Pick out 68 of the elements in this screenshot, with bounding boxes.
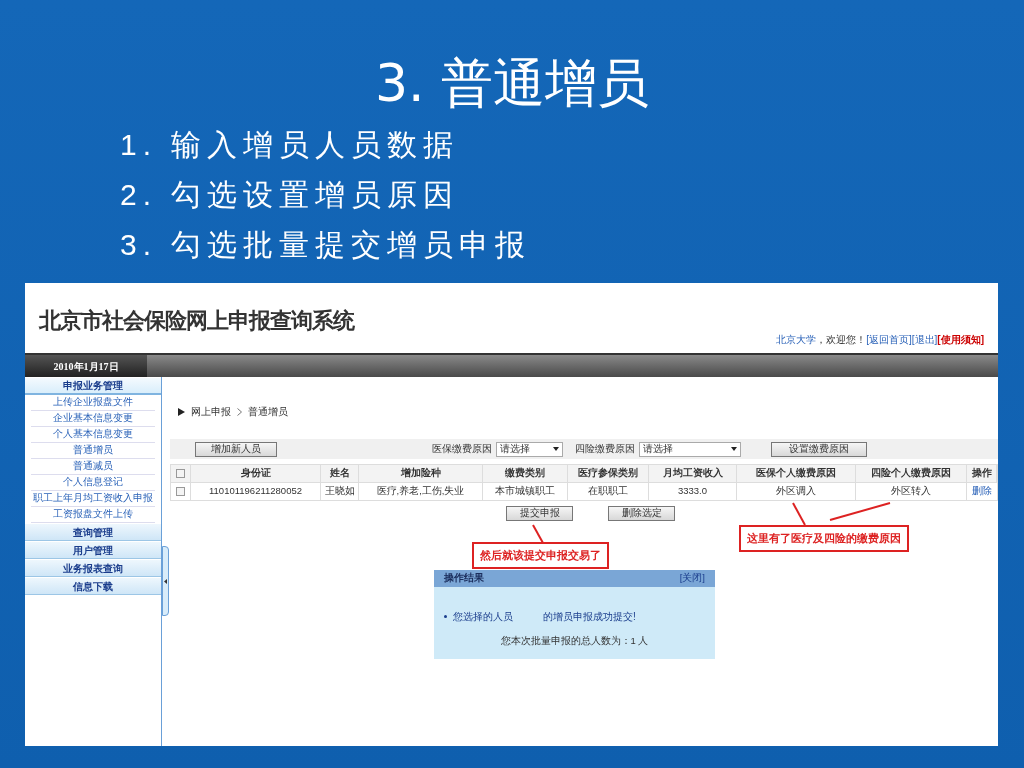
sidebar-item[interactable]: 个人信息登记 <box>31 475 156 491</box>
table-cell: 在职职工 <box>568 483 649 500</box>
leader-line <box>532 524 544 544</box>
button[interactable]: 增加新人员 <box>195 441 277 457</box>
header-link[interactable]: [使用须知] <box>937 332 984 347</box>
slide-title: 3. 普通增员 <box>374 52 650 115</box>
table-cell: 110101196211280052 <box>191 483 321 500</box>
table-cell: 本市城镇职工 <box>483 483 568 500</box>
column-header: 操作 <box>967 465 997 482</box>
field-label: 四险缴费原因 <box>575 441 635 456</box>
message-text: 您选择的人员 <box>453 610 513 624</box>
sidebar-item[interactable]: 上传企业报盘文件 <box>31 395 156 411</box>
column-header: 月均工资收入 <box>649 465 737 482</box>
slide-bullet: 1. 输入增员人员数据 <box>120 127 461 163</box>
dropdown-arrow-icon <box>553 447 559 451</box>
chevron-icon <box>237 408 242 416</box>
field-label: 医保缴费原因 <box>432 441 492 456</box>
column-header: 增加险种 <box>359 465 483 482</box>
total-text: 您本次批量申报的总人数为：1 人 <box>499 634 650 648</box>
sidebar-item[interactable]: 工资报盘文件上传 <box>31 507 156 523</box>
sidebar-section[interactable]: 信息下载 <box>25 578 162 595</box>
close-link[interactable]: [关闭] <box>679 571 705 586</box>
sidebar-section[interactable]: 业务报表查询 <box>25 560 162 577</box>
button[interactable]: 提交申报 <box>506 506 573 521</box>
callout: 然后就该提交申报交易了 <box>472 542 609 569</box>
sidebar-item[interactable]: 职工上年月均工资收入申报 <box>31 491 156 507</box>
table-cell: 外区转入 <box>856 483 967 500</box>
sidebar-section[interactable]: 申报业务管理 <box>25 378 162 395</box>
date-label: 2010年1月17日 <box>53 359 119 374</box>
header-link[interactable]: [返回首页] <box>866 332 912 347</box>
column-header: 身份证 <box>191 465 321 482</box>
header-link[interactable]: [退出] <box>911 332 938 347</box>
dropdown-arrow-icon <box>731 447 737 451</box>
delete-link[interactable]: 删除 <box>972 484 992 499</box>
breadcrumb-item: 普通增员 <box>248 404 288 419</box>
checkbox[interactable] <box>176 487 185 496</box>
table-cell: 外区调入 <box>737 483 856 500</box>
table-cell: 医疗,养老,工伤,失业 <box>359 483 483 500</box>
button[interactable]: 设置缴费原因 <box>771 441 867 457</box>
welcome-text: ，欢迎您！ <box>816 333 867 347</box>
slide-bullet: 3. 勾选批量提交增员申报 <box>120 227 533 263</box>
dropdown[interactable]: 请选择 <box>639 441 741 457</box>
sidebar-item[interactable]: 普通减员 <box>31 459 156 475</box>
breadcrumb-item[interactable]: 网上申报 <box>191 404 231 420</box>
message-text: 的增员申报成功提交! <box>543 610 636 624</box>
column-header: 医保个人缴费原因 <box>737 465 856 482</box>
sidebar-item[interactable]: 普通增员 <box>31 443 156 459</box>
sidebar-item[interactable]: 个人基本信息变更 <box>31 427 156 443</box>
slide-bullet: 2. 勾选设置增员原因 <box>120 177 461 213</box>
column-header: 医疗参保类别 <box>568 465 649 482</box>
sidebar-item[interactable]: 企业基本信息变更 <box>31 411 156 427</box>
sidebar-section[interactable]: 查询管理 <box>25 524 162 541</box>
collapse-handle[interactable] <box>162 546 170 616</box>
column-header: 缴费类别 <box>483 465 568 482</box>
triangle-icon <box>178 408 185 416</box>
header-link[interactable]: 北京大学 <box>776 332 817 347</box>
panel-title: 操作结果 <box>444 571 484 586</box>
callout: 这里有了医疗及四险的缴费原因 <box>739 525 909 552</box>
checkbox[interactable] <box>176 469 185 478</box>
column-header: 四险个人缴费原因 <box>856 465 967 482</box>
dropdown[interactable]: 请选择 <box>496 441 563 457</box>
column-header: 姓名 <box>321 465 359 482</box>
button[interactable]: 删除选定 <box>608 506 675 521</box>
bullet-icon <box>444 615 447 618</box>
table-cell: 3333.0 <box>649 483 737 500</box>
table-cell: 王晓如 <box>321 483 359 500</box>
sidebar-section[interactable]: 用户管理 <box>25 542 162 559</box>
site-logo: 北京市社会保险网上申报查询系统 <box>39 306 354 335</box>
